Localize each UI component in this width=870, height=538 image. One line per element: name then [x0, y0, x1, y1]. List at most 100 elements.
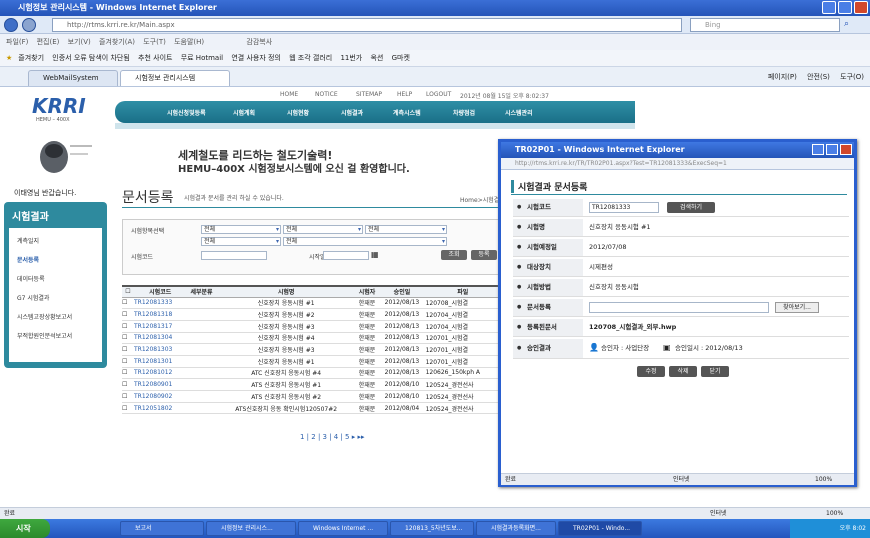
cell-code[interactable]: TR12081317 [134, 320, 187, 333]
select-4[interactable]: 전체 [201, 237, 281, 246]
register-button[interactable]: 등록 [471, 250, 497, 260]
cell-code[interactable]: TR12080902 [134, 390, 187, 403]
address-bar[interactable]: http://rtms.krri.re.kr/Main.aspx [52, 18, 682, 32]
table-row[interactable]: ☐ TR12080902 ATS 신호장치 응동시험 #2 한재문 2012/08/10… [122, 390, 500, 403]
select-3[interactable]: 전체 [365, 225, 447, 234]
popup-close-button[interactable] [840, 144, 852, 155]
nav-item[interactable]: 시험현황 [287, 108, 309, 117]
pagination[interactable]: 1 | 2 | 3 | 4 | 5 ▸ ▸▸ [300, 433, 365, 441]
search-icon[interactable]: ⌕ [844, 19, 849, 29]
row-checkbox[interactable]: ☐ [122, 343, 134, 356]
page-menu[interactable]: 페이지(P) [768, 73, 797, 81]
cell-code[interactable]: TR12051802 [134, 402, 187, 415]
fav-item[interactable]: G마켓 [392, 54, 410, 62]
table-row[interactable]: ☐ TR12081318 신호장치 응동시험 #2 한재문 2012/08/13 1207… [122, 308, 500, 321]
row-checkbox[interactable]: ☐ [122, 402, 134, 415]
back-icon[interactable] [4, 18, 18, 32]
tab-rtms[interactable]: 시험정보 관리시스템 [120, 70, 230, 86]
cell-file[interactable]: 120701_시험결 [425, 343, 500, 356]
link-home[interactable]: HOME [280, 91, 298, 98]
select-5[interactable]: 전체 [283, 237, 447, 246]
link-notice[interactable]: NOTICE [315, 91, 338, 98]
table-row[interactable]: ☐ TR12081304 신호장치 응동시험 #4 한재문 2012/08/13 1207… [122, 332, 500, 345]
nav-item[interactable]: 시험결과 [341, 108, 363, 117]
row-checkbox[interactable]: ☐ [122, 320, 134, 333]
krri-logo[interactable]: KRRI HEMU – 400X [32, 95, 86, 129]
cell-file[interactable]: 120524_경전선사 [425, 390, 500, 403]
link-help[interactable]: HELP [397, 91, 412, 98]
cell-file[interactable]: 120626_150kph A [425, 367, 500, 380]
nav-item[interactable]: 시스템관리 [505, 108, 533, 117]
favorites-button[interactable]: 즐겨찾기 [18, 54, 44, 62]
safety-menu[interactable]: 안전(S) [807, 73, 830, 81]
cell-code[interactable]: TR12081318 [134, 308, 187, 321]
table-row[interactable]: ☐ TR12081012 ATC 신호장치 응동시험 #4 한재문 2012/08/13… [122, 367, 500, 380]
fav-item[interactable]: 추천 사이트 [138, 54, 172, 62]
row-checkbox[interactable]: ☐ [122, 308, 134, 321]
edit-button[interactable]: 수정 [637, 366, 665, 377]
table-row[interactable]: ☐ TR12051802 ATS신호장치 응동 확인시험120507#2 한재문 201… [122, 402, 500, 415]
cell-file[interactable]: 120704_시험결 [425, 308, 500, 321]
popup-maximize-button[interactable] [826, 144, 838, 155]
tools-menu[interactable]: 도구(O) [840, 73, 864, 81]
cell-code[interactable]: TR12081303 [134, 343, 187, 356]
menu-help[interactable]: 도움말(H) [174, 38, 204, 46]
row-checkbox[interactable]: ☐ [122, 367, 134, 380]
cell-file[interactable]: 120701_시험결 [425, 332, 500, 345]
col-file[interactable]: 파일 [425, 285, 500, 298]
popup-zoom[interactable]: 100% [815, 474, 832, 485]
sidebar-item-docs[interactable]: 문서등록 [17, 255, 39, 264]
table-row[interactable]: ☐ TR12080901 ATS 신호장치 응동시험 #1 한재문 2012/08/10… [122, 378, 500, 391]
menu-view[interactable]: 보기(V) [68, 38, 91, 46]
table-row[interactable]: ☐ TR12081303 신호장치 응동시험 #3 한재문 2012/08/13 1207… [122, 343, 500, 356]
table-row[interactable]: ☐ TR12081333 신호장치 응동시험 #1 한재문 2012/08/13 1207… [122, 297, 500, 310]
fav-item[interactable]: 연결 사용자 정의 [231, 54, 281, 62]
code-input[interactable] [201, 251, 267, 260]
forward-icon[interactable] [22, 18, 36, 32]
search-button[interactable]: 조회 [441, 250, 467, 260]
sidebar-item-failure[interactable]: 시스템고장상황보고서 [17, 312, 72, 321]
link-sitemap[interactable]: SITEMAP [356, 91, 382, 98]
col-approved[interactable]: 승인일 [378, 285, 426, 298]
taskbar-item-active[interactable]: TR02P01 - Windo... [558, 521, 642, 536]
doc-file-input[interactable] [589, 302, 769, 313]
sidebar-item-data[interactable]: 데이터등록 [17, 274, 45, 283]
cell-file[interactable]: 120524_경전선사 [425, 378, 500, 391]
cell-file[interactable]: 120704_시험결 [425, 320, 500, 333]
link-logout[interactable]: LOGOUT [426, 91, 451, 98]
cell-file[interactable]: 120708_시험결 [425, 297, 500, 310]
menu-favorites[interactable]: 즐겨찾기(A) [99, 38, 135, 46]
table-row[interactable]: ☐ TR12081301 신호장치 응동시험 #1 한재문 2012/08/13 1207… [122, 355, 500, 368]
close-popup-button[interactable]: 닫기 [701, 366, 729, 377]
code-search-button[interactable]: 검색하기 [667, 202, 715, 213]
row-checkbox[interactable]: ☐ [122, 390, 134, 403]
col-code[interactable]: 시험코드 [134, 285, 187, 298]
cell-code[interactable]: TR12081333 [134, 297, 187, 310]
taskbar-item[interactable]: 보고서 [120, 521, 204, 536]
row-checkbox[interactable]: ☐ [122, 332, 134, 345]
sidebar-item-log[interactable]: 계측일지 [17, 236, 39, 245]
table-row[interactable]: ☐ TR12081317 신호장치 응동시험 #3 한재문 2012/08/13 1207… [122, 320, 500, 333]
menu-extra[interactable]: 감감복사 [246, 38, 272, 46]
col-subclass[interactable]: 세부분류 [186, 285, 217, 298]
fav-item[interactable]: 무료 Hotmail [181, 54, 223, 62]
menu-edit[interactable]: 편집(E) [37, 38, 60, 46]
cell-file[interactable]: 120701_시험결 [425, 355, 500, 368]
tab-webmail[interactable]: WebMailSystem [28, 70, 118, 86]
taskbar-item[interactable]: 120813_5차년도보... [390, 521, 474, 536]
select-1[interactable]: 전체 [201, 225, 281, 234]
nav-item[interactable]: 차량점검 [453, 108, 475, 117]
browse-button[interactable]: 찾아보기... [775, 302, 819, 313]
sidebar-item-nonconform[interactable]: 부적합원인분석보고서 [17, 331, 72, 340]
col-name[interactable]: 시험명 [216, 285, 356, 298]
nav-item[interactable]: 시험계획 [233, 108, 255, 117]
menu-file[interactable]: 파일(F) [6, 38, 28, 46]
minimize-button[interactable] [822, 1, 836, 14]
nav-item[interactable]: 계측시스템 [393, 108, 421, 117]
col-tester[interactable]: 시험자 [355, 285, 379, 298]
close-button[interactable] [854, 1, 868, 14]
fav-item[interactable]: 인증서 오류 탐색이 차단됨 [52, 54, 130, 62]
row-checkbox[interactable]: ☐ [122, 297, 134, 310]
nav-item[interactable]: 시험신청및등록 [167, 108, 206, 117]
row-checkbox[interactable]: ☐ [122, 355, 134, 368]
